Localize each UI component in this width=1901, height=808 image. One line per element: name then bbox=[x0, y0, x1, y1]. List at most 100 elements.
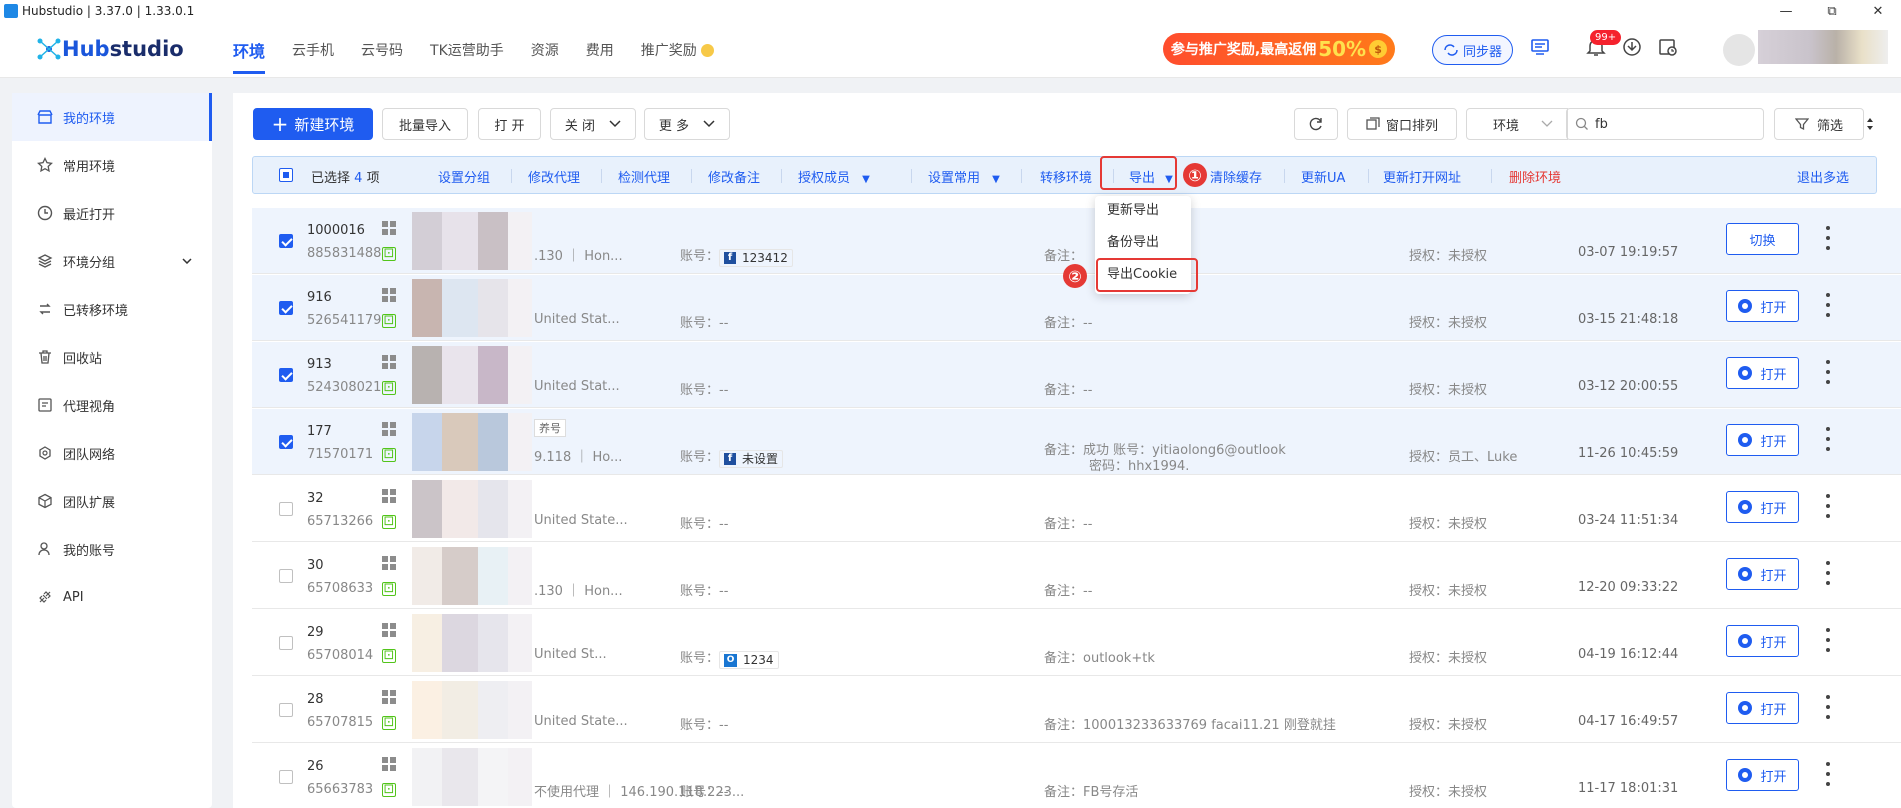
sidebar-item-transferred[interactable]: 已转移环境 bbox=[12, 285, 212, 333]
nav-cloud-number[interactable]: 云号码 bbox=[361, 40, 403, 74]
sidebar-item-team-extension[interactable]: 团队扩展 bbox=[12, 477, 212, 525]
row-checkbox[interactable] bbox=[279, 703, 293, 717]
nav-resources[interactable]: 资源 bbox=[531, 40, 559, 74]
filter-button[interactable]: 筛选 bbox=[1774, 108, 1864, 140]
switch-button[interactable]: 切换 bbox=[1726, 223, 1799, 255]
nav-tk-assistant[interactable]: TK运营助手 bbox=[430, 40, 504, 74]
select-all-checkbox[interactable] bbox=[279, 168, 293, 182]
open-button[interactable]: 打 开 bbox=[478, 108, 541, 140]
sidebar-item-recycle-bin[interactable]: 回收站 bbox=[12, 333, 212, 381]
row-checkbox[interactable] bbox=[279, 234, 293, 248]
table-row[interactable]: 26 65663783 ⊡ 不使用代理 ｜ 146.190.118.223... 账号：… bbox=[252, 744, 1901, 808]
minimize-button[interactable]: — bbox=[1763, 0, 1809, 22]
more-options-icon[interactable] bbox=[1824, 561, 1832, 585]
open-env-button[interactable]: 打开 bbox=[1726, 357, 1799, 389]
sidebar-item-my-env[interactable]: 我的环境 bbox=[12, 93, 212, 141]
note-cell-line2: 密码：hhx1994. bbox=[1089, 459, 1190, 474]
open-env-button[interactable]: 打开 bbox=[1726, 692, 1799, 724]
nav-environment[interactable]: 环境 bbox=[233, 38, 266, 74]
sidebar-item-env-groups[interactable]: 环境分组 bbox=[12, 237, 212, 285]
sidebar-item-favorite-env[interactable]: 常用环境 bbox=[12, 141, 212, 189]
action-set-favorite[interactable]: 设置常用 ▼ bbox=[910, 167, 1000, 186]
more-options-icon[interactable] bbox=[1824, 293, 1832, 317]
sidebar-item-proxy-view[interactable]: 代理视角 bbox=[12, 381, 212, 429]
more-options-icon[interactable] bbox=[1824, 695, 1832, 719]
open-env-button[interactable]: 打开 bbox=[1726, 625, 1799, 657]
open-env-button[interactable]: 打开 bbox=[1726, 491, 1799, 523]
monitor-icon[interactable] bbox=[1529, 36, 1551, 58]
account-cell: 账号： f 123412 bbox=[680, 245, 793, 267]
action-modify-proxy[interactable]: 修改代理 bbox=[528, 167, 580, 186]
sidebar-item-api[interactable]: API bbox=[12, 573, 212, 621]
open-env-button[interactable]: 打开 bbox=[1726, 290, 1799, 322]
redacted-env-name bbox=[412, 480, 532, 538]
avatar[interactable] bbox=[1723, 34, 1755, 66]
table-row[interactable]: 30 65708633 ⊡ .130 ｜ Hon... 账号：-- 备注：-- 授权：未授权… bbox=[252, 543, 1901, 609]
table-row[interactable]: 177 71570171 ⊡ 9.118 ｜ Ho... 养号 账号： f 未设置 备注：成功 … bbox=[252, 409, 1901, 475]
chevron-down-icon[interactable] bbox=[182, 258, 192, 264]
more-options-icon[interactable] bbox=[1824, 360, 1832, 384]
sort-icon[interactable] bbox=[1866, 116, 1874, 132]
action-transfer-env[interactable]: 转移环境 bbox=[1040, 167, 1092, 186]
action-set-group[interactable]: 设置分组 bbox=[438, 167, 490, 186]
open-env-button[interactable]: 打开 bbox=[1726, 558, 1799, 590]
env-scope-select[interactable]: 环境 bbox=[1466, 108, 1568, 140]
table-row[interactable]: 32 65713266 ⊡ United State... 账号：-- 备注：-- 授权：未… bbox=[252, 476, 1901, 542]
table-row[interactable]: 913 524308021 ⊡ United Stat... 账号：-- 备注：-- 授权：… bbox=[252, 342, 1901, 408]
menu-item-backup-export[interactable]: 备份导出 bbox=[1095, 228, 1191, 260]
more-options-icon[interactable] bbox=[1824, 494, 1832, 518]
action-delete-env[interactable]: 删除环境 bbox=[1509, 167, 1561, 186]
open-env-button[interactable]: 打开 bbox=[1726, 759, 1799, 791]
row-checkbox[interactable] bbox=[279, 435, 293, 449]
close-window-button[interactable]: ✕ bbox=[1855, 0, 1901, 22]
download-icon[interactable] bbox=[1621, 36, 1643, 58]
nav-cloud-phone[interactable]: 云手机 bbox=[292, 40, 334, 74]
row-checkbox[interactable] bbox=[279, 368, 293, 382]
more-options-icon[interactable] bbox=[1824, 427, 1832, 451]
env-serial: 65707815 bbox=[307, 715, 374, 730]
action-update-ua[interactable]: 更新UA bbox=[1301, 167, 1345, 186]
action-modify-note[interactable]: 修改备注 bbox=[708, 167, 760, 186]
account-value: -- bbox=[719, 383, 729, 398]
more-options-icon[interactable] bbox=[1824, 628, 1832, 652]
table-row[interactable]: 28 65707815 ⊡ United State... 账号：-- 备注：100013… bbox=[252, 677, 1901, 743]
sidebar-item-my-account[interactable]: 我的账号 bbox=[12, 525, 212, 573]
more-options-icon[interactable] bbox=[1824, 762, 1832, 786]
refresh-button[interactable] bbox=[1294, 108, 1338, 140]
batch-import-button[interactable]: 批量导入 bbox=[382, 108, 468, 140]
search-input[interactable] bbox=[1595, 116, 1755, 132]
new-environment-button[interactable]: + 新建环境 bbox=[253, 108, 373, 140]
maximize-button[interactable]: ⧉ bbox=[1809, 0, 1855, 22]
menu-item-update-export[interactable]: 更新导出 bbox=[1095, 196, 1191, 228]
close-label: 关 闭 bbox=[564, 118, 596, 134]
row-checkbox[interactable] bbox=[279, 569, 293, 583]
action-authorize-members[interactable]: 授权成员 ▼ bbox=[798, 167, 870, 186]
close-dropdown[interactable]: 关 闭 bbox=[550, 108, 636, 140]
row-checkbox[interactable] bbox=[279, 502, 293, 516]
row-checkbox[interactable] bbox=[279, 301, 293, 315]
action-check-proxy[interactable]: 检测代理 bbox=[618, 167, 670, 186]
sidebar-item-team-network[interactable]: 团队网络 bbox=[12, 429, 212, 477]
env-serial: 524308021 bbox=[307, 380, 382, 395]
last-open-time: 03-12 20:00:55 bbox=[1578, 379, 1679, 394]
promo-banner[interactable]: 参与推广奖励,最高返佣 50% $ bbox=[1163, 33, 1395, 65]
logo-text-studio: studio bbox=[109, 37, 184, 61]
open-env-button[interactable]: 打开 bbox=[1726, 424, 1799, 456]
search-field[interactable] bbox=[1566, 108, 1764, 140]
row-checkbox[interactable] bbox=[279, 770, 293, 784]
nav-fees[interactable]: 费用 bbox=[586, 40, 614, 74]
schedule-icon[interactable] bbox=[1657, 36, 1679, 58]
sidebar-item-recent[interactable]: 最近打开 bbox=[12, 189, 212, 237]
more-dropdown[interactable]: 更 多 bbox=[644, 108, 730, 140]
window-arrange-button[interactable]: 窗口排列 bbox=[1347, 108, 1457, 140]
hubstudio-logo[interactable]: Hub studio bbox=[36, 36, 184, 62]
nav-referral[interactable]: 推广奖励 bbox=[640, 40, 715, 74]
action-update-open-url[interactable]: 更新打开网址 bbox=[1383, 167, 1461, 186]
more-options-icon[interactable] bbox=[1824, 226, 1832, 250]
row-checkbox[interactable] bbox=[279, 636, 293, 650]
table-row[interactable]: 29 65708014 ⊡ United St... 账号： O 1234 备注：outloo… bbox=[252, 610, 1901, 676]
synchronizer-button[interactable]: 同步器 bbox=[1432, 35, 1513, 65]
action-clear-cache[interactable]: 清除缓存 bbox=[1210, 167, 1262, 186]
action-exit-multi-select[interactable]: 退出多选 bbox=[1797, 167, 1849, 186]
nav-referral-label: 推广奖励 bbox=[640, 43, 697, 59]
